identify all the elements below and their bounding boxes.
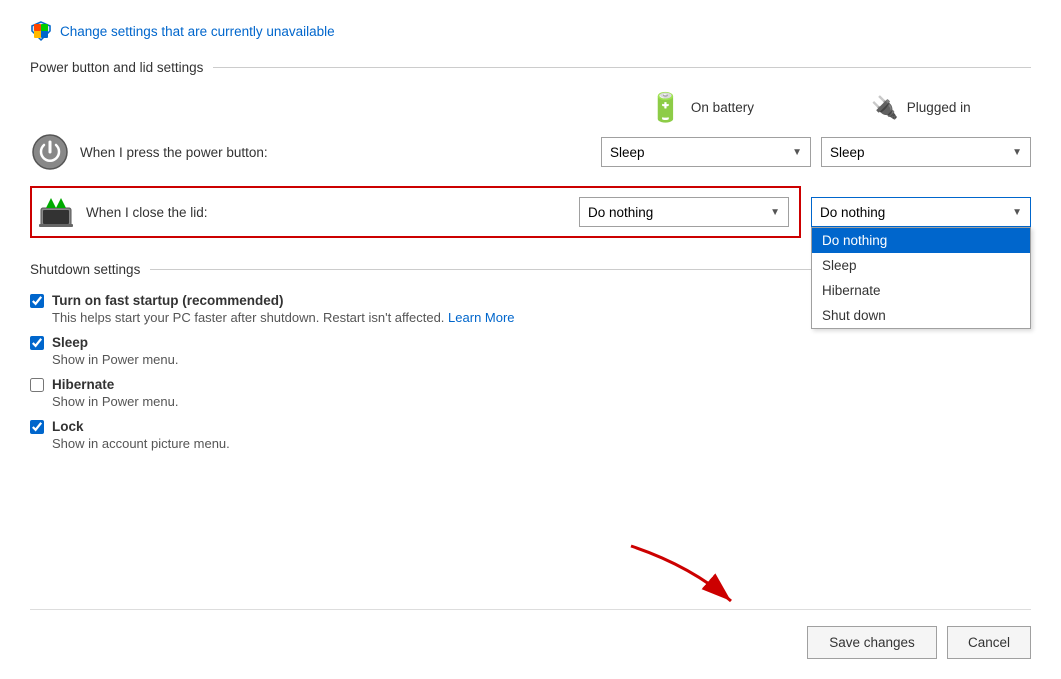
lid-pluggedin-dropdown-wrapper: Do nothing ▼ Do nothing Sleep Hibernate … bbox=[811, 197, 1031, 227]
dropdown-item-hibernate[interactable]: Hibernate bbox=[812, 278, 1030, 303]
power-button-section-label: Power button and lid settings bbox=[30, 60, 203, 75]
power-button-pluggedin-dropdown[interactable]: Sleep ▼ bbox=[821, 137, 1031, 167]
lid-icon bbox=[37, 194, 75, 230]
hibernate-row: Hibernate Show in Power menu. bbox=[30, 377, 1031, 409]
lid-dropdown-menu: Do nothing Sleep Hibernate Shut down bbox=[811, 227, 1031, 329]
learn-more-link[interactable]: Learn More bbox=[448, 310, 514, 325]
lock-label[interactable]: Lock bbox=[52, 419, 84, 434]
power-button-row: When I press the power button: Sleep ▼ S… bbox=[30, 132, 1031, 172]
sleep-checkbox[interactable] bbox=[30, 336, 44, 350]
lock-checkbox-row: Lock bbox=[30, 419, 1031, 434]
power-button-dropdowns: Sleep ▼ Sleep ▼ bbox=[601, 137, 1031, 167]
hibernate-checkbox-row: Hibernate bbox=[30, 377, 1031, 392]
hibernate-desc: Show in Power menu. bbox=[52, 394, 1031, 409]
lid-pluggedin-dropdown[interactable]: Do nothing ▼ bbox=[811, 197, 1031, 227]
dropdown-item-sleep[interactable]: Sleep bbox=[812, 253, 1030, 278]
plugged-in-header: 🔌 Plugged in bbox=[811, 91, 1031, 124]
fast-startup-desc-text: This helps start your PC faster after sh… bbox=[52, 310, 444, 325]
plug-icon: 🔌 bbox=[871, 95, 898, 121]
plugged-in-label: Plugged in bbox=[907, 100, 971, 115]
section-divider-line bbox=[213, 67, 1031, 68]
shield-icon bbox=[30, 20, 52, 42]
change-settings-row: Change settings that are currently unava… bbox=[30, 20, 1031, 42]
power-button-on-battery-dropdown[interactable]: Sleep ▼ bbox=[601, 137, 811, 167]
sleep-label[interactable]: Sleep bbox=[52, 335, 88, 350]
lid-label: When I close the lid: bbox=[86, 205, 579, 220]
fast-startup-checkbox[interactable] bbox=[30, 294, 44, 308]
power-button-battery-value: Sleep bbox=[610, 145, 645, 160]
footer-spacer bbox=[30, 477, 1031, 599]
dropdown-item-do-nothing[interactable]: Do nothing bbox=[812, 228, 1030, 253]
lid-pluggedin-value: Do nothing bbox=[820, 205, 885, 220]
lid-dropdowns: Do nothing ▼ bbox=[579, 197, 789, 227]
power-button-label: When I press the power button: bbox=[80, 145, 601, 160]
sleep-row: Sleep Show in Power menu. bbox=[30, 335, 1031, 367]
power-button-icon bbox=[32, 134, 68, 170]
battery-icon: 🔋 bbox=[648, 91, 683, 124]
dropdown-arrow-4: ▼ bbox=[1012, 207, 1022, 218]
dropdown-arrow-1: ▼ bbox=[792, 147, 802, 158]
on-battery-header: 🔋 On battery bbox=[591, 91, 811, 124]
power-button-pluggedin-value: Sleep bbox=[830, 145, 865, 160]
lid-icon-container bbox=[36, 192, 76, 232]
hibernate-checkbox[interactable] bbox=[30, 378, 44, 392]
save-changes-button[interactable]: Save changes bbox=[807, 626, 937, 659]
dropdown-arrow-2: ▼ bbox=[1012, 147, 1022, 158]
lid-row: When I close the lid: Do nothing ▼ Do no… bbox=[30, 186, 1031, 238]
hibernate-label[interactable]: Hibernate bbox=[52, 377, 114, 392]
fast-startup-label[interactable]: Turn on fast startup (recommended) bbox=[52, 293, 284, 308]
dropdown-arrow-3: ▼ bbox=[770, 207, 780, 218]
column-headers: 🔋 On battery 🔌 Plugged in bbox=[30, 91, 1031, 124]
footer: Save changes Cancel bbox=[30, 609, 1031, 659]
main-window: Change settings that are currently unava… bbox=[0, 0, 1061, 679]
sleep-desc: Show in Power menu. bbox=[52, 352, 1031, 367]
lid-battery-value: Do nothing bbox=[588, 205, 653, 220]
lock-row: Lock Show in account picture menu. bbox=[30, 419, 1031, 451]
shutdown-section-label: Shutdown settings bbox=[30, 262, 140, 277]
change-settings-link[interactable]: Change settings that are currently unava… bbox=[60, 24, 335, 39]
dropdown-item-shut-down[interactable]: Shut down bbox=[812, 303, 1030, 328]
cancel-button[interactable]: Cancel bbox=[947, 626, 1031, 659]
lid-row-highlighted: When I close the lid: Do nothing ▼ bbox=[30, 186, 801, 238]
lock-checkbox[interactable] bbox=[30, 420, 44, 434]
sleep-checkbox-row: Sleep bbox=[30, 335, 1031, 350]
power-button-icon-container bbox=[30, 132, 70, 172]
lid-on-battery-dropdown[interactable]: Do nothing ▼ bbox=[579, 197, 789, 227]
power-button-section-header: Power button and lid settings bbox=[30, 60, 1031, 75]
on-battery-label: On battery bbox=[691, 100, 754, 115]
lock-desc: Show in account picture menu. bbox=[52, 436, 1031, 451]
